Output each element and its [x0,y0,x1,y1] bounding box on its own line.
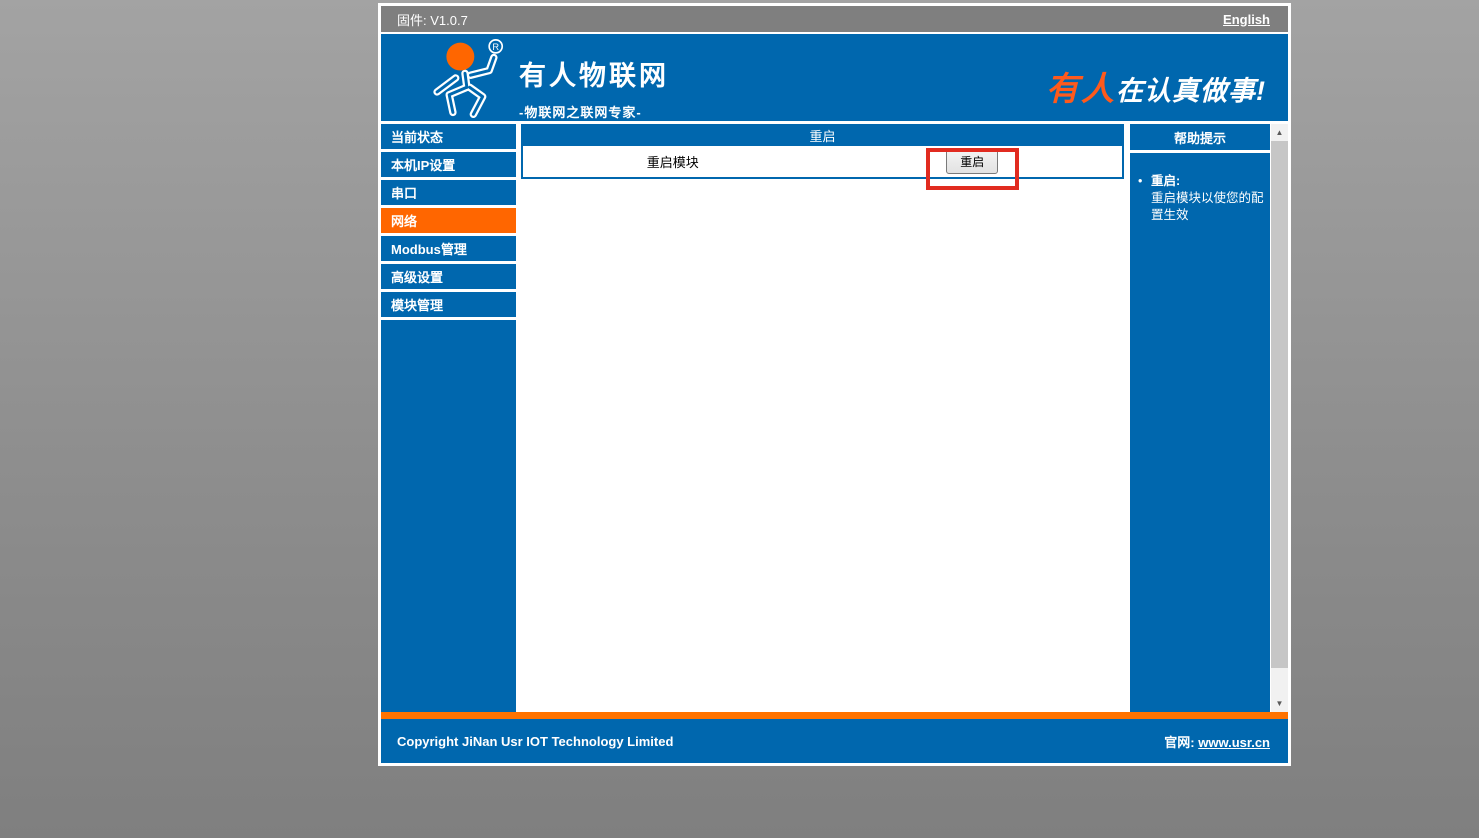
help-panel: 帮助提示 重启: 重启模块以使您的配置生效 [1130,124,1270,712]
help-panel-title: 帮助提示 [1130,124,1270,153]
content-area: 当前状态 本机IP设置 串口 网络 Modbus管理 高级设置 模块管理 重启 … [381,124,1288,712]
sidebar-item-module-management[interactable]: 模块管理 [381,292,516,320]
website-text: 官网: www.usr.cn [1164,732,1270,751]
brand-text: 有人物联网 -物联网之联网专家- [519,54,669,121]
brand-subtitle: -物联网之联网专家- [519,102,669,121]
help-item-text: 重启: 重启模块以使您的配置生效 [1151,173,1264,224]
copyright-text: Copyright JiNan Usr IOT Technology Limit… [397,734,673,749]
footer-orange-stripe [381,712,1288,719]
restart-button-cell: 重启 [823,149,1123,174]
sidebar-item-serial-port[interactable]: 串口 [381,180,516,208]
restart-label-cell: 重启模块 [523,152,823,171]
help-panel-body: 重启: 重启模块以使您的配置生效 [1130,153,1270,224]
scroll-down-icon[interactable]: ▼ [1271,695,1288,712]
restart-button[interactable]: 重启 [946,149,998,174]
footer-bar: Copyright JiNan Usr IOT Technology Limit… [381,719,1288,763]
sidebar-item-current-status[interactable]: 当前状态 [381,124,516,152]
scrollbar-thumb[interactable] [1271,141,1288,668]
brand-slogan: 有人在认真做事! [1046,62,1266,110]
slogan-rest: 在认真做事! [1116,76,1266,106]
scroll-up-icon[interactable]: ▲ [1271,124,1288,141]
vertical-scrollbar[interactable]: ▲ ▼ [1271,124,1288,712]
help-item-description: 重启模块以使您的配置生效 [1151,191,1264,222]
usr-logo-icon: R [417,38,513,118]
help-item-term: 重启: [1151,174,1180,188]
sidebar-item-network[interactable]: 网络 [381,208,516,236]
app-window: 固件: V1.0.7 English R 有人物联网 [378,3,1291,766]
svg-text:R: R [492,42,499,52]
main-panel: 重启 重启模块 重启 [521,124,1124,712]
restart-row-label: 重启模块 [647,152,699,171]
slogan-highlight: 有人 [1046,70,1116,107]
website-label: 官网: [1164,735,1194,750]
sidebar-item-advanced-settings[interactable]: 高级设置 [381,264,516,292]
scrollbar-track[interactable] [1271,668,1288,695]
restart-row: 重启模块 重启 [521,146,1124,179]
section-title: 重启 [521,124,1124,146]
website-link[interactable]: www.usr.cn [1198,735,1270,750]
brand-header: R 有人物联网 -物联网之联网专家- 有人在认真做事! [381,34,1288,121]
top-bar: 固件: V1.0.7 English [381,6,1288,32]
bullet-icon [1138,173,1151,224]
sidebar-item-local-ip-settings[interactable]: 本机IP设置 [381,152,516,180]
sidebar-item-modbus-management[interactable]: Modbus管理 [381,236,516,264]
brand-title: 有人物联网 [519,54,669,93]
language-switch-link[interactable]: English [1223,12,1270,27]
sidebar-nav: 当前状态 本机IP设置 串口 网络 Modbus管理 高级设置 模块管理 [381,124,516,712]
firmware-version-label: 固件: V1.0.7 [397,10,468,29]
help-item-restart: 重启: 重启模块以使您的配置生效 [1138,173,1264,224]
